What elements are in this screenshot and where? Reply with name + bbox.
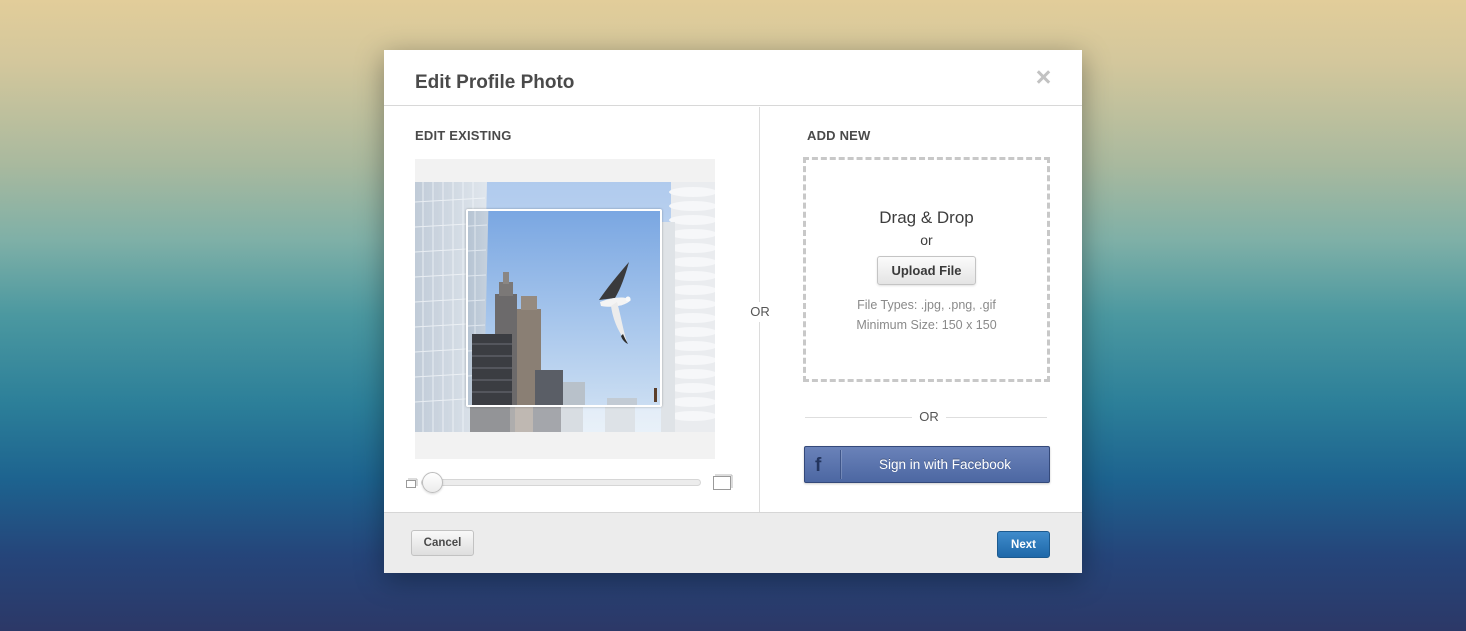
dialog-title: Edit Profile Photo [415,72,575,93]
zoom-slider-thumb[interactable] [422,472,443,493]
facebook-signin-label: Sign in with Facebook [878,457,1012,472]
drag-drop-title: Drag & Drop [879,208,974,227]
edit-existing-heading: EDIT EXISTING [415,128,512,143]
divider-line-right [946,417,1047,418]
next-button[interactable]: Next [997,531,1050,558]
drag-drop-zone[interactable]: Drag & Drop or Upload File File Types: .… [803,157,1050,382]
or-divider-label: OR [919,409,939,424]
upload-file-button[interactable]: Upload File [877,256,976,285]
facebook-button-divider [840,450,841,479]
dialog-footer: Cancel Next [384,512,1082,573]
cancel-button[interactable]: Cancel [411,530,474,556]
profile-photo [415,182,715,432]
facebook-icon: f [815,455,822,476]
file-types-text: File Types: .jpg, .png, .gif [857,298,996,312]
dialog-header: Edit Profile Photo [384,50,1082,106]
crop-selection-box[interactable] [466,209,662,407]
minimum-size-text: Minimum Size: 150 x 150 [856,318,997,332]
drag-drop-or-text: or [920,232,933,248]
edit-existing-panel: EDIT EXISTING [384,107,760,512]
or-separator: OR [744,302,776,322]
zoom-slider-track[interactable] [421,479,701,486]
close-icon[interactable] [1034,68,1052,86]
zoom-out-icon[interactable] [406,478,418,488]
facebook-signin-button[interactable]: f Sign in with Facebook [804,446,1050,483]
crop-resize-handle[interactable] [654,388,657,402]
photo-crop-area[interactable] [415,159,715,459]
divider-line-left [805,417,912,418]
zoom-in-icon[interactable] [713,474,733,490]
add-new-heading: ADD NEW [807,128,871,143]
